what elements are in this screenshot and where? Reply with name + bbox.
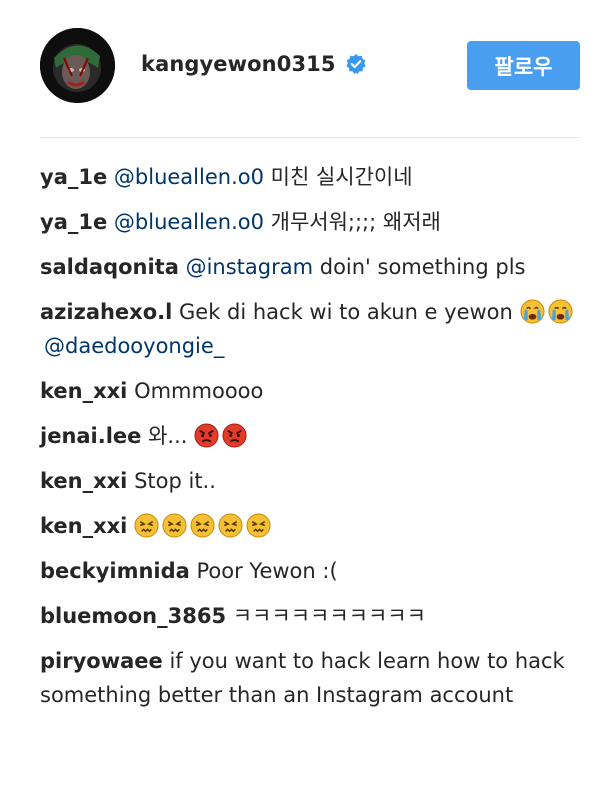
comment-author[interactable]: jenai.lee [40, 424, 141, 448]
comment-text: 와... [141, 424, 195, 448]
comment-text: Ommmoooo [127, 379, 264, 403]
comment-author[interactable]: bluemoon_3865 [40, 604, 226, 628]
post-header: kangyewon0315 팔로우 [0, 0, 596, 138]
crying-face-icon [547, 299, 573, 324]
comment-item: ken_xxi Ommmoooo [40, 374, 580, 408]
verified-badge-icon [345, 53, 367, 75]
username-row: kangyewon0315 [141, 52, 367, 76]
persevering-face-icon [190, 513, 215, 538]
comment-item: ken_xxi Stop it.. [40, 464, 580, 498]
comment-author[interactable]: saldaqonita [40, 255, 179, 279]
persevering-face-icon [218, 513, 243, 538]
comment-text [127, 514, 134, 538]
avatar[interactable] [40, 28, 115, 103]
comment-author[interactable]: ken_xxi [40, 469, 127, 493]
comment-author[interactable]: beckyimnida [40, 559, 190, 583]
angry-face-icon [222, 423, 247, 448]
comment-item: beckyimnida Poor Yewon :( [40, 554, 580, 588]
comment-item: azizahexo.l Gek di hack wi to akun e yew… [40, 295, 580, 363]
comment-text: Gek di hack wi to akun e yewon [172, 300, 520, 324]
comment-author[interactable]: ken_xxi [40, 379, 127, 403]
comment-author[interactable]: ya_1e [40, 165, 107, 189]
username[interactable]: kangyewon0315 [141, 52, 336, 76]
persevering-face-icon [162, 513, 187, 538]
comment-mention[interactable]: @blueallen.o0 [114, 165, 264, 189]
comment-author[interactable]: azizahexo.l [40, 300, 172, 324]
comment-author[interactable]: piryowaee [40, 649, 163, 673]
comment-text: 미친 실시간이네 [263, 165, 413, 189]
follow-button[interactable]: 팔로우 [467, 41, 580, 90]
persevering-face-icon [134, 513, 159, 538]
comment-text: doin' something pls [313, 255, 526, 279]
comment-item: saldaqonita @instagram doin' something p… [40, 250, 580, 284]
comment-item: bluemoon_3865 ㅋㅋㅋㅋㅋㅋㅋㅋㅋㅋ [40, 599, 580, 633]
comment-item: jenai.lee 와... [40, 419, 580, 453]
comment-mention[interactable]: @instagram [186, 255, 313, 279]
header-divider [40, 137, 580, 138]
comment-author[interactable]: ya_1e [40, 210, 107, 234]
comment-text: 개무서워;;;; 왜저래 [263, 210, 441, 234]
comment-item: ken_xxi [40, 509, 580, 543]
comment-item: ya_1e @blueallen.o0 미친 실시간이네 [40, 160, 580, 194]
angry-face-icon [194, 423, 219, 448]
comment-text: Poor Yewon :( [189, 559, 338, 583]
crying-face-icon [519, 299, 545, 324]
comment-text: ㅋㅋㅋㅋㅋㅋㅋㅋㅋㅋ [226, 604, 426, 628]
comment-item: piryowaee if you want to hack learn how … [40, 644, 580, 712]
persevering-face-icon [246, 513, 271, 538]
avatar-image [40, 28, 115, 103]
comment-mention[interactable]: @blueallen.o0 [114, 210, 264, 234]
comment-author[interactable]: ken_xxi [40, 514, 127, 538]
comment-list: ya_1e @blueallen.o0 미친 실시간이네 ya_1e @bluea… [40, 160, 580, 723]
comment-mention[interactable]: @daedooyongie_ [44, 334, 224, 358]
comment-text: Stop it.. [127, 469, 216, 493]
comment-item: ya_1e @blueallen.o0 개무서워;;;; 왜저래 [40, 205, 580, 239]
